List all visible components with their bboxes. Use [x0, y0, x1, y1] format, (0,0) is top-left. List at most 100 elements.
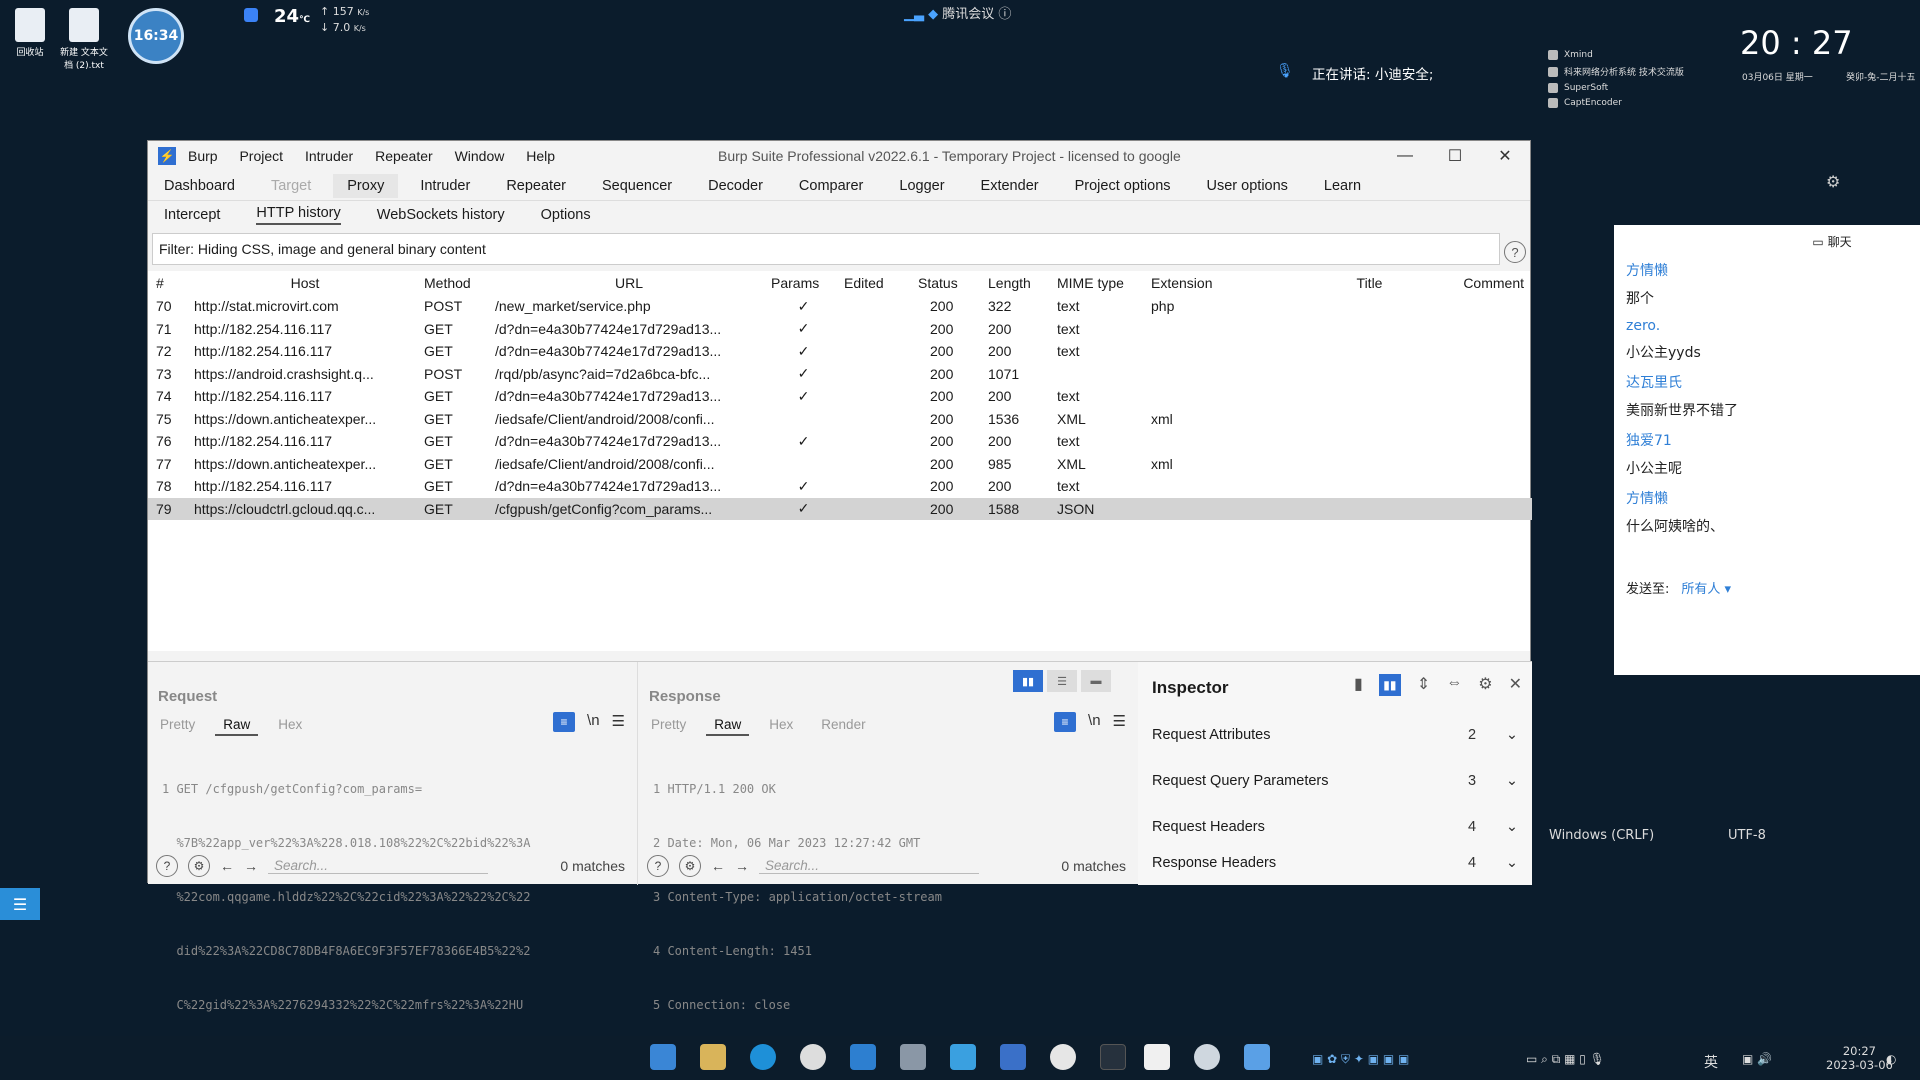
- ime-indicator[interactable]: 英: [1704, 1052, 1718, 1072]
- tab-intercept[interactable]: Intercept: [164, 207, 220, 223]
- forward-arrow-icon[interactable]: →: [735, 858, 749, 874]
- app-icon[interactable]: [1050, 1044, 1076, 1070]
- back-arrow-icon[interactable]: ←: [711, 858, 725, 874]
- table-row[interactable]: 72 http://182.254.116.117 GET/d?dn=e4a30b7…: [148, 340, 1532, 363]
- menu-burp[interactable]: Burp: [188, 148, 218, 164]
- settings-icon[interactable]: ⚙: [1478, 674, 1492, 696]
- settings-icon[interactable]: ⚙: [679, 855, 701, 877]
- shortcut-captencoder[interactable]: CaptEncoder: [1548, 98, 1684, 108]
- expand-all-icon[interactable]: ⇕: [1417, 674, 1430, 696]
- menu-help[interactable]: Help: [526, 148, 555, 164]
- inspector-request-headers[interactable]: Request Headers 4 ⌄: [1152, 804, 1532, 850]
- desktop-icon-text-file[interactable]: 新建 文本文档 (2).txt: [60, 8, 108, 71]
- col-mime-type[interactable]: MIME type: [1049, 271, 1143, 295]
- tab-decoder[interactable]: Decoder: [708, 178, 763, 194]
- chevron-down-icon[interactable]: ⌄: [1492, 855, 1532, 871]
- table-row[interactable]: 71 http://182.254.116.117 GET/d?dn=e4a30b7…: [148, 318, 1532, 341]
- close-icon[interactable]: ✕: [1480, 141, 1530, 171]
- tab-options[interactable]: Options: [541, 207, 591, 223]
- app-icon[interactable]: [1100, 1044, 1126, 1070]
- newline-icon[interactable]: \n: [1088, 712, 1101, 732]
- col-host[interactable]: Host: [186, 271, 416, 295]
- tab-comparer[interactable]: Comparer: [799, 178, 863, 194]
- col-edited[interactable]: Edited: [836, 271, 910, 295]
- response-tab-render[interactable]: Render: [821, 717, 865, 736]
- tab-repeater[interactable]: Repeater: [506, 178, 566, 194]
- tab-extender[interactable]: Extender: [981, 178, 1039, 194]
- panel-layout-active-icon[interactable]: ▮▮: [1378, 674, 1401, 696]
- inspector-request-attributes[interactable]: Request Attributes 2 ⌄: [1152, 712, 1532, 758]
- response-tab-pretty[interactable]: Pretty: [651, 717, 686, 736]
- system-tray-icons[interactable]: ▭ ⌕ ⧉ ▦ ▯ 🎙: [1526, 1052, 1605, 1067]
- response-search-input[interactable]: Search...: [759, 858, 979, 874]
- table-row[interactable]: 76 http://182.254.116.117 GET/d?dn=e4a30b7…: [148, 430, 1532, 453]
- col-extension[interactable]: Extension: [1143, 271, 1298, 295]
- col-comment[interactable]: Comment: [1433, 271, 1532, 295]
- shortcut-supersoft[interactable]: SuperSoft: [1548, 83, 1684, 93]
- panel-layout-icon[interactable]: ▮: [1354, 674, 1363, 696]
- menu-icon[interactable]: ☰: [612, 712, 625, 732]
- settings-gear-icon[interactable]: ⚙: [1826, 172, 1840, 191]
- app-icon[interactable]: [950, 1044, 976, 1070]
- tab-dashboard[interactable]: Dashboard: [164, 178, 235, 194]
- back-arrow-icon[interactable]: ←: [220, 858, 234, 874]
- tray-icons[interactable]: ▣ ✿ ⛨ ✦ ▣ ▣ ▣: [1312, 1052, 1409, 1067]
- menu-window[interactable]: Window: [455, 148, 505, 164]
- burp-taskbar-icon[interactable]: [1144, 1044, 1170, 1070]
- help-icon[interactable]: ?: [647, 855, 669, 877]
- request-body[interactable]: 1 GET /cfgpush/getConfig?com_params= %7B…: [162, 744, 637, 1050]
- table-row[interactable]: 79 https://cloudctrl.gcloud.qq.c... GET/cf…: [148, 497, 1532, 520]
- col-method[interactable]: Method: [416, 271, 487, 295]
- request-search-input[interactable]: Search...: [268, 858, 488, 874]
- maximize-icon[interactable]: ☐: [1430, 141, 1480, 171]
- tab-target[interactable]: Target: [271, 178, 311, 194]
- volume-icon[interactable]: ▣ 🔊: [1742, 1052, 1772, 1066]
- menu-icon[interactable]: ☰: [1113, 712, 1126, 732]
- menu-intruder[interactable]: Intruder: [305, 148, 353, 164]
- chrome-icon[interactable]: [800, 1044, 826, 1070]
- table-row[interactable]: 70 http://stat.microvirt.com POST/new_mark…: [148, 295, 1532, 318]
- taskbar-clock[interactable]: 20:27 2023-03-06: [1826, 1044, 1893, 1072]
- menu-project[interactable]: Project: [239, 148, 283, 164]
- inspector-query-parameters[interactable]: Request Query Parameters 3 ⌄: [1152, 758, 1532, 804]
- tab-project-options[interactable]: Project options: [1075, 178, 1171, 194]
- app-icon[interactable]: [850, 1044, 876, 1070]
- response-tab-hex[interactable]: Hex: [769, 717, 793, 736]
- request-tab-raw[interactable]: Raw: [215, 717, 259, 736]
- tab-sequencer[interactable]: Sequencer: [602, 178, 672, 194]
- file-explorer-icon[interactable]: [700, 1044, 726, 1070]
- request-tab-hex[interactable]: Hex: [278, 717, 302, 736]
- tab-intruder[interactable]: Intruder: [420, 178, 470, 194]
- desktop-icon-recycle-bin[interactable]: 回收站: [6, 8, 54, 58]
- tab-http-history[interactable]: HTTP history: [256, 205, 341, 225]
- edge-browser-icon[interactable]: [750, 1044, 776, 1070]
- tab-learn[interactable]: Learn: [1324, 178, 1361, 194]
- response-body[interactable]: 1 HTTP/1.1 200 OK 2 Date: Mon, 06 Mar 20…: [653, 744, 1138, 1050]
- table-row[interactable]: 75 https://down.anticheatexper... GET/ieds…: [148, 408, 1532, 431]
- collapse-all-icon[interactable]: ⇔: [1446, 674, 1462, 696]
- close-icon[interactable]: ✕: [1509, 674, 1522, 696]
- settings-icon[interactable]: ⚙: [188, 855, 210, 877]
- chevron-down-icon[interactable]: ⌄: [1492, 819, 1532, 835]
- col-params[interactable]: Params: [763, 271, 836, 295]
- side-menu-icon[interactable]: ☰: [0, 888, 40, 920]
- filter-bar[interactable]: Filter: Hiding CSS, image and general bi…: [152, 233, 1500, 265]
- send-to-dropdown[interactable]: 所有人 ▾: [1681, 582, 1731, 597]
- inspector-response-headers[interactable]: Response Headers 4 ⌄: [1152, 850, 1532, 876]
- col-status[interactable]: Status: [910, 271, 980, 295]
- tab-user-options[interactable]: User options: [1207, 178, 1288, 194]
- app-icon[interactable]: [1000, 1044, 1026, 1070]
- settings-taskbar-icon[interactable]: [1194, 1044, 1220, 1070]
- tab-websockets-history[interactable]: WebSockets history: [377, 207, 505, 223]
- col-number[interactable]: #: [148, 271, 186, 295]
- response-tab-raw[interactable]: Raw: [706, 717, 750, 736]
- shortcut-colasoft[interactable]: 科来网络分析系统 技术交流版: [1548, 65, 1684, 78]
- table-row[interactable]: 73 https://android.crashsight.q... POST/rq…: [148, 363, 1532, 386]
- col-url[interactable]: URL: [487, 271, 763, 295]
- minimize-icon[interactable]: —: [1380, 141, 1430, 171]
- chevron-down-icon[interactable]: ⌄: [1492, 773, 1532, 789]
- chevron-down-icon[interactable]: ⌄: [1492, 727, 1532, 743]
- menu-repeater[interactable]: Repeater: [375, 148, 433, 164]
- tab-proxy[interactable]: Proxy: [333, 173, 399, 198]
- table-row[interactable]: 74 http://182.254.116.117 GET/d?dn=e4a30b7…: [148, 385, 1532, 408]
